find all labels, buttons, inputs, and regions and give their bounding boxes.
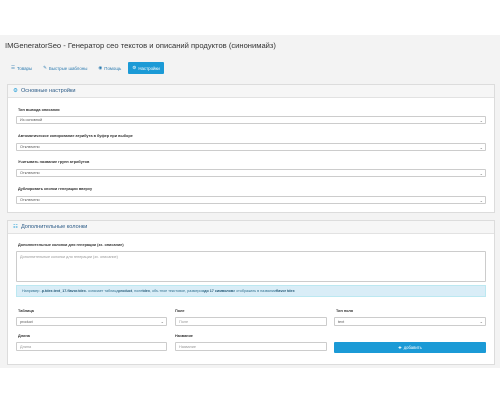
table-select[interactable]: product ⌄ xyxy=(16,317,167,326)
hint-size: до 17 символов xyxy=(204,289,234,293)
hint-text: Например - xyxy=(22,289,42,293)
tab-products[interactable]: ☰ Товары xyxy=(7,62,36,74)
extra-columns-label: Дополнительные колонки для генерации (зх… xyxy=(18,243,124,247)
chevron-down-icon: ⌄ xyxy=(479,319,483,324)
field-input[interactable]: Поле xyxy=(175,317,327,326)
plus-icon: ✚ xyxy=(398,345,402,350)
tab-label: Настройки xyxy=(138,65,160,71)
input-placeholder: Длина xyxy=(20,344,32,349)
input-placeholder: Поле xyxy=(179,319,189,324)
select-value: Отключено xyxy=(20,171,40,175)
auto-copy-select[interactable]: Отключено ⌄ xyxy=(16,143,486,151)
add-column-button[interactable]: ✚ добавить xyxy=(334,342,486,353)
group-names-select[interactable]: Отключено ⌄ xyxy=(16,169,486,177)
select-value: text xyxy=(338,319,345,324)
page: IMGeneratorSeo - Генератор сео текстов и… xyxy=(0,0,500,400)
tab-label: Быстрые шаблоны xyxy=(48,65,88,71)
tab-label: Товары xyxy=(17,65,33,71)
hint-text: - означает таблица xyxy=(85,289,119,293)
hint-name: flavor tdex xyxy=(276,289,295,293)
tab-settings[interactable]: ⚙ Настройки xyxy=(128,62,164,74)
output-type-label: Тип вывода описания xyxy=(18,108,60,112)
name-input[interactable]: Название xyxy=(175,342,327,351)
hint-table: product xyxy=(118,289,133,293)
duplicate-buttons-select[interactable]: Отключено ⌄ xyxy=(16,196,486,204)
main-settings-header: ⚙ Основные настройки xyxy=(8,85,494,98)
select-value: product xyxy=(20,319,33,324)
button-label: добавить xyxy=(403,345,422,350)
hint-text: , объ.тное текстовое xyxy=(149,289,186,293)
tab-quick-templates[interactable]: ✎ Быстрые шаблоны xyxy=(39,62,91,74)
panel-title: Дополнительные колонки xyxy=(20,224,88,230)
list-icon: ☰ xyxy=(11,64,16,70)
table-label: Таблица xyxy=(18,309,34,313)
hint-field: tdex xyxy=(142,289,150,293)
textarea-placeholder: Дополнительные колонки для генерации (зх… xyxy=(20,255,118,259)
chevron-down-icon: ⌄ xyxy=(479,145,483,150)
gear-icon: ⚙ xyxy=(13,88,18,94)
hint-text: , поле xyxy=(132,289,143,293)
field-type-select[interactable]: text ⌄ xyxy=(334,317,486,326)
columns-icon: ☷ xyxy=(13,224,18,230)
select-value: Из основной xyxy=(20,118,43,122)
extra-columns-header: ☷ Дополнительные колонки xyxy=(8,221,494,234)
chevron-down-icon: ⌄ xyxy=(160,319,164,324)
magic-wand-icon: ✎ xyxy=(43,64,47,70)
panel-title: Основные настройки xyxy=(20,88,76,94)
extra-columns-textarea[interactable]: Дополнительные колонки для генерации (зх… xyxy=(16,251,486,282)
select-value: Отключено xyxy=(20,145,40,149)
group-names-label: Учитывать название групп атрибутов xyxy=(18,160,90,164)
example-hint: Например - p.tdex.text_17.flavor.tdex - … xyxy=(16,285,486,297)
gear-icon: ⚙ xyxy=(132,64,137,70)
length-input[interactable]: Длина xyxy=(16,342,167,351)
name-label: Название xyxy=(175,334,193,338)
chevron-down-icon: ⌄ xyxy=(479,198,483,203)
field-type-label: Тип поля xyxy=(336,309,354,313)
chevron-down-icon: ⌄ xyxy=(479,171,483,176)
hint-text: и отображать в названии xyxy=(233,289,277,293)
page-title: IMGeneratorSeo - Генератор сео текстов и… xyxy=(5,41,276,50)
chevron-down-icon: ⌄ xyxy=(479,118,483,123)
output-type-select[interactable]: Из основной ⌄ xyxy=(16,116,486,124)
duplicate-buttons-label: Дублировать кнопки генерации вверху xyxy=(18,187,93,191)
length-label: Длина xyxy=(18,334,30,338)
hint-text: , размером xyxy=(185,289,205,293)
select-value: Отключено xyxy=(20,198,40,202)
tab-bar: ☰ Товары ✎ Быстрые шаблоны ◉ Помощь ⚙ На… xyxy=(7,62,164,74)
field-label: Поле xyxy=(175,309,185,313)
hint-code: p.tdex.text_17.flavor.tdex xyxy=(41,289,86,293)
input-placeholder: Название xyxy=(179,344,196,349)
tab-help[interactable]: ◉ Помощь xyxy=(94,62,125,74)
eye-icon: ◉ xyxy=(98,64,103,70)
auto-copy-label: Автоматическое копирование атрибута в бу… xyxy=(18,134,133,138)
tab-label: Помощь xyxy=(104,65,122,71)
